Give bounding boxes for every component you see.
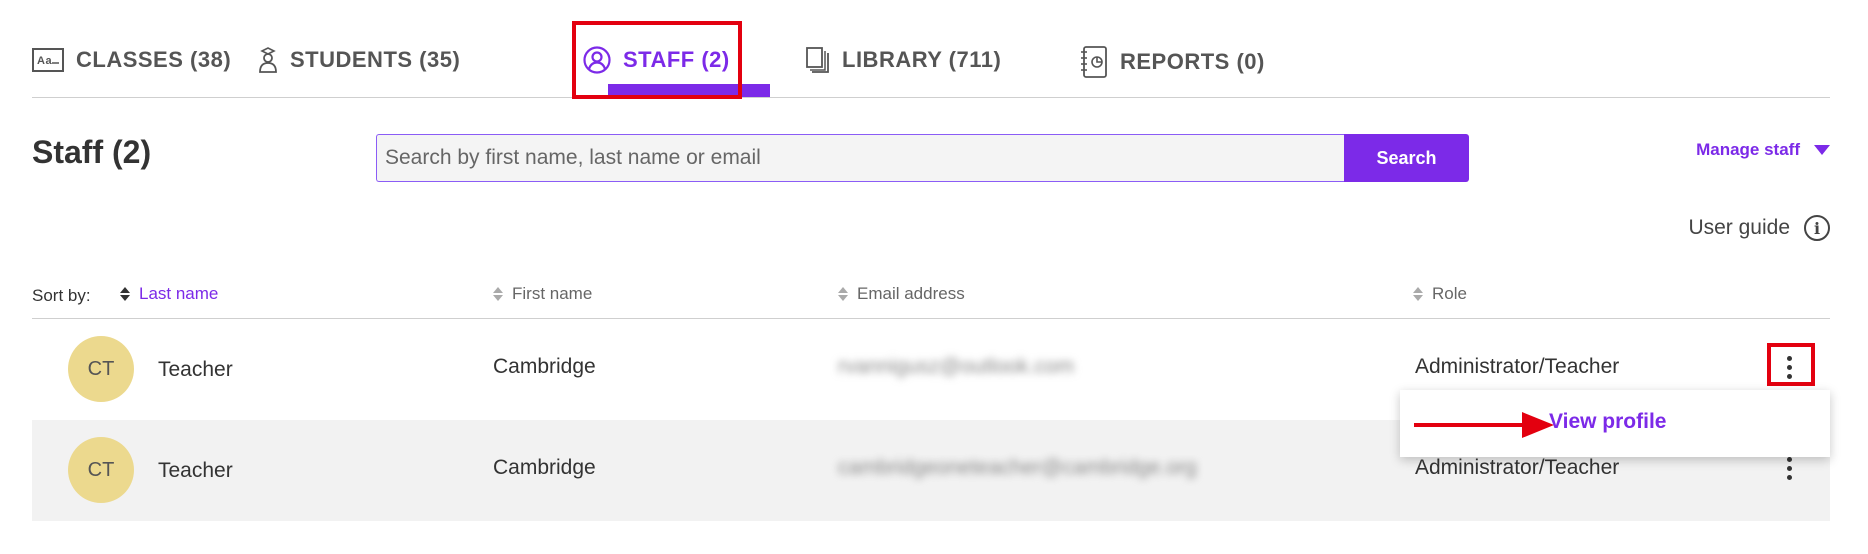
tab-students[interactable]: STUDENTS (35) — [258, 20, 460, 100]
page-title: Staff (2) — [32, 134, 152, 170]
class-icon: Aa — [32, 48, 64, 72]
sort-column-label: First name — [512, 284, 593, 303]
sort-column-label: Last name — [139, 284, 219, 303]
user-circle-icon — [583, 46, 611, 74]
sort-arrows-icon — [493, 287, 503, 301]
email-cell: rvannigusz@outlook.com — [838, 355, 1075, 378]
role-cell: Administrator/Teacher — [1415, 355, 1620, 378]
tab-label: REPORTS (0) — [1120, 49, 1265, 74]
tab-label: STUDENTS (35) — [290, 47, 461, 72]
first-name-cell: Cambridge — [493, 456, 596, 479]
info-icon: i — [1804, 215, 1830, 241]
caret-down-icon — [1814, 145, 1830, 155]
tab-bar: Aa CLASSES (38) STUDENTS (35) STAFF (2) … — [32, 0, 1830, 98]
tab-library[interactable]: LIBRARY (711) — [806, 20, 1001, 100]
tab-label: LIBRARY (711) — [842, 47, 1002, 72]
last-name-cell: Teacher — [158, 459, 233, 482]
sort-column-label: Role — [1432, 284, 1467, 303]
first-name-cell: Cambridge — [493, 355, 596, 378]
manage-staff-label: Manage staff — [1696, 140, 1800, 159]
sort-role[interactable]: Role — [1413, 284, 1467, 304]
arrow-right-icon — [1414, 423, 1529, 427]
sort-header: Sort by: Last name First name Email addr… — [32, 278, 1830, 319]
last-name-cell: Teacher — [158, 358, 233, 381]
reports-icon — [1080, 46, 1108, 78]
role-cell: Administrator/Teacher — [1415, 456, 1620, 479]
sort-arrows-icon — [1413, 287, 1423, 301]
sort-arrows-icon — [120, 287, 130, 301]
more-options-icon[interactable] — [1773, 349, 1805, 385]
user-guide-label: User guide — [1688, 216, 1790, 239]
svg-text:Aa: Aa — [37, 55, 52, 67]
avatar: CT — [68, 336, 134, 402]
avatar: CT — [68, 437, 134, 503]
sort-arrows-icon — [838, 287, 848, 301]
sort-by-label: Sort by: — [32, 286, 91, 305]
row-options-menu: View profile — [1400, 390, 1830, 457]
sort-column-label: Email address — [857, 284, 965, 303]
tab-label: STAFF (2) — [623, 47, 730, 72]
student-icon — [258, 47, 278, 73]
manage-staff-dropdown[interactable]: Manage staff — [1696, 140, 1830, 160]
email-cell: cambridgeoneteacher@cambridge.org — [838, 456, 1197, 479]
active-tab-indicator — [608, 84, 770, 97]
user-guide-link[interactable]: User guide i — [1688, 215, 1830, 241]
search-input[interactable] — [376, 134, 1344, 182]
sort-first-name[interactable]: First name — [493, 284, 592, 304]
tab-classes[interactable]: Aa CLASSES (38) — [32, 20, 231, 100]
search-bar: Search — [376, 134, 1469, 182]
tab-reports[interactable]: REPORTS (0) — [1080, 22, 1265, 102]
sort-last-name[interactable]: Last name — [120, 284, 218, 304]
search-button[interactable]: Search — [1344, 134, 1469, 182]
library-icon — [806, 47, 830, 73]
sort-email[interactable]: Email address — [838, 284, 965, 304]
view-profile-menu-item[interactable]: View profile — [1549, 410, 1666, 434]
tab-label: CLASSES (38) — [76, 47, 232, 72]
